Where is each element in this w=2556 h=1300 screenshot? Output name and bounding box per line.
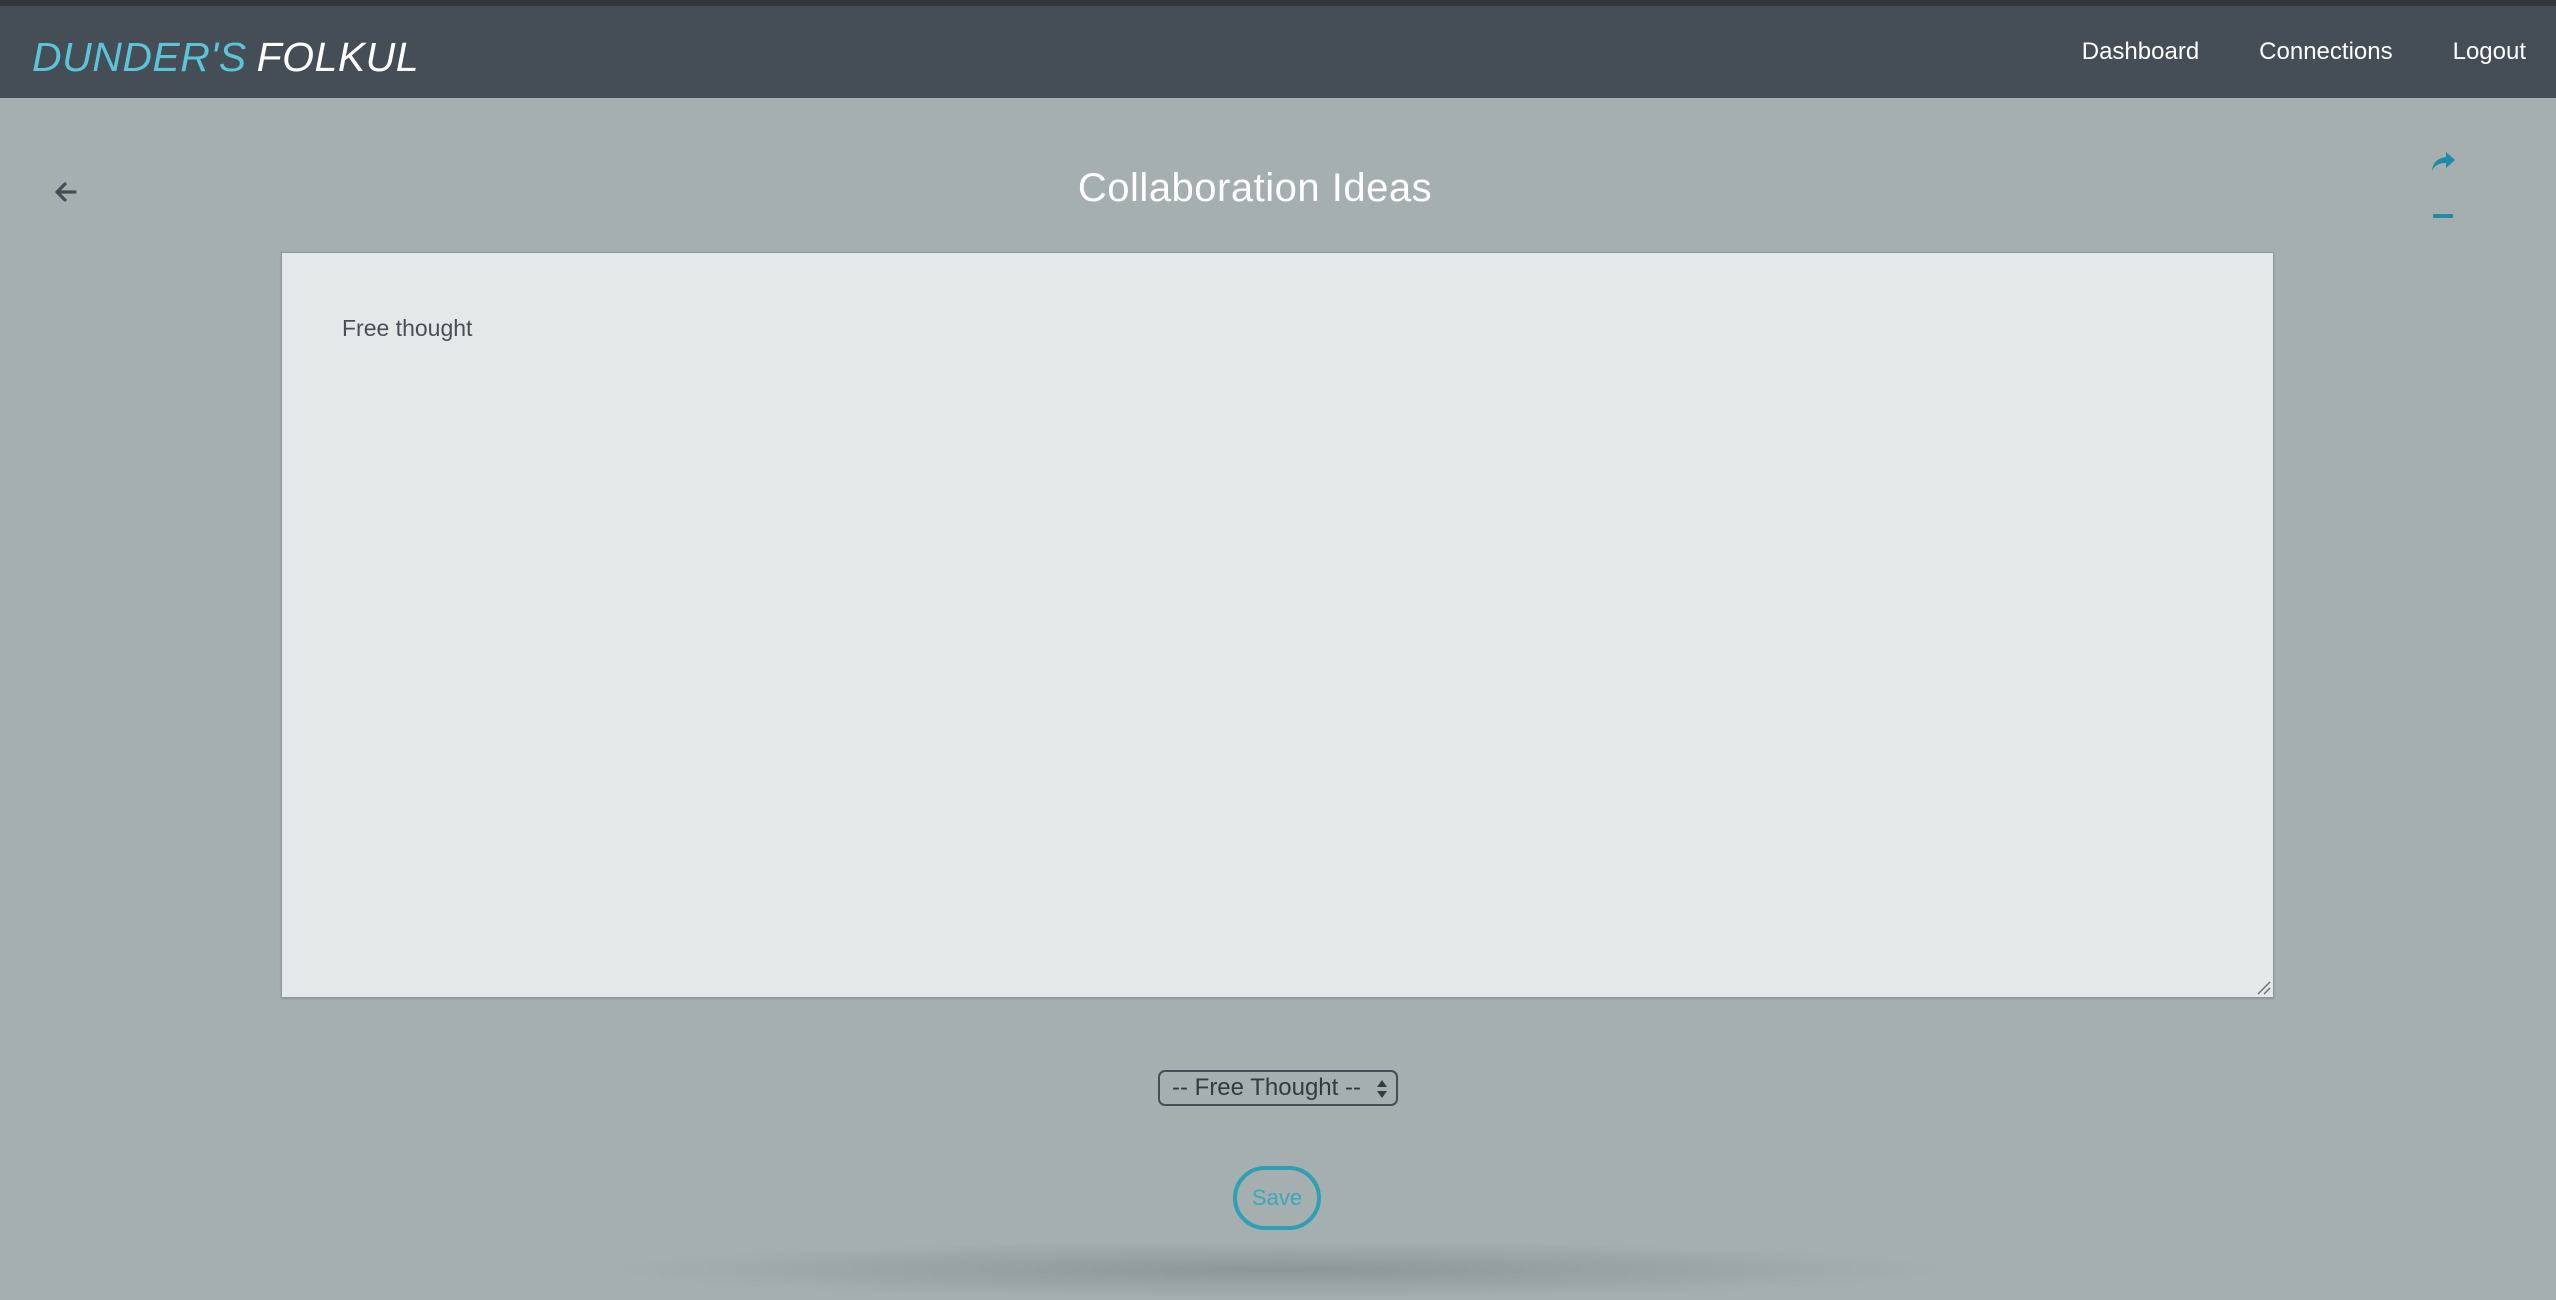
share-icon bbox=[2432, 152, 2455, 171]
nav-dashboard-link[interactable]: Dashboard bbox=[2082, 38, 2199, 66]
select-arrows-icon bbox=[1377, 1080, 1387, 1098]
note-editor-content: Free thought bbox=[342, 315, 473, 341]
nav-links: Dashboard Connections Logout bbox=[2082, 6, 2556, 98]
card-shadow bbox=[600, 1240, 1960, 1300]
nav-connections-link[interactable]: Connections bbox=[2259, 38, 2392, 66]
note-editor-textarea[interactable]: Free thought bbox=[281, 252, 2274, 998]
share-button[interactable] bbox=[2426, 146, 2460, 178]
nav-logout-link[interactable]: Logout bbox=[2453, 38, 2526, 66]
resize-grip-icon[interactable] bbox=[2255, 979, 2271, 995]
brand-part-2: FOLKUL bbox=[256, 34, 420, 80]
note-type-selected-value: -- Free Thought -- bbox=[1172, 1074, 1361, 1101]
brand-part-1: DUNDER'S bbox=[32, 34, 247, 80]
navbar: DUNDER'S FOLKUL Dashboard Connections Log… bbox=[0, 6, 2556, 98]
minus-icon bbox=[2433, 214, 2453, 218]
note-type-select[interactable]: -- Free Thought -- bbox=[1158, 1070, 1398, 1106]
minimize-button[interactable] bbox=[2426, 204, 2460, 228]
brand-logo[interactable]: DUNDER'S FOLKUL bbox=[32, 34, 419, 81]
save-button[interactable]: Save bbox=[1233, 1166, 1321, 1230]
page-title: Collaboration Ideas bbox=[1077, 166, 1433, 210]
